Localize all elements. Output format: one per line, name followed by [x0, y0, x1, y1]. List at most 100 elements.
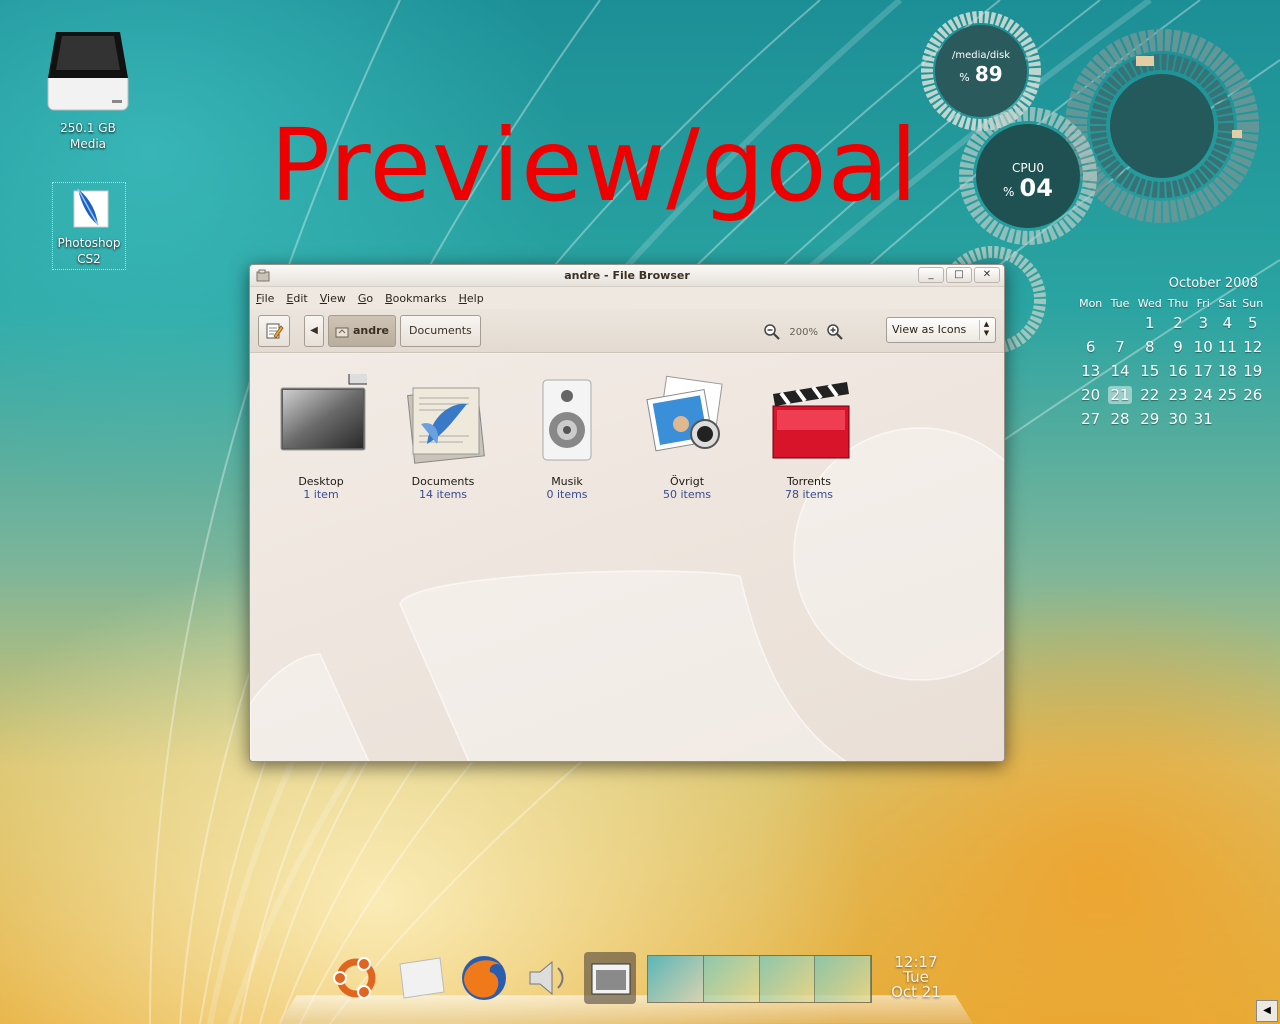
calendar-week: 12345	[1076, 311, 1266, 335]
view-mode-select[interactable]: View as Icons ▲ ▼	[886, 317, 996, 343]
zoom-control: 200%	[763, 323, 844, 341]
dock-ubuntu[interactable]	[330, 952, 382, 1004]
calendar-week: 13 14 15 16 17 18 19	[1076, 359, 1266, 383]
zoom-level[interactable]: 200%	[789, 327, 818, 338]
menu-view[interactable]: View	[320, 292, 346, 305]
clock-date: Oct 21	[891, 983, 941, 1001]
calendar-day[interactable]: 23	[1165, 383, 1191, 407]
menu-go[interactable]: Go	[358, 292, 373, 305]
calendar-day[interactable]: 6	[1076, 335, 1105, 359]
calendar-day[interactable]: 25	[1215, 383, 1239, 407]
calendar-day[interactable]: 19	[1239, 359, 1266, 383]
calendar-day[interactable]: 27	[1076, 407, 1105, 431]
calendar-day[interactable]: 1	[1135, 311, 1165, 335]
calendar-day[interactable]: 20	[1076, 383, 1105, 407]
clapperboard-icon	[772, 382, 850, 459]
toggle-location-button[interactable]	[258, 314, 290, 347]
calendar-day-today[interactable]: 21	[1105, 383, 1134, 407]
maximize-button[interactable]: □	[946, 267, 972, 283]
workspace-4[interactable]	[815, 956, 871, 1002]
breadcrumb-andre[interactable]: andre	[328, 314, 397, 347]
view-mode-value: View as Icons	[892, 323, 967, 336]
close-button[interactable]: ✕	[974, 267, 1000, 283]
cpu-value: 04	[1019, 174, 1053, 202]
menu-edit[interactable]: Edit	[286, 292, 307, 305]
calendar-day[interactable]: 18	[1215, 359, 1239, 383]
calendar-day	[1239, 407, 1266, 431]
calendar-day[interactable]: 5	[1239, 311, 1266, 335]
menu-bookmarks[interactable]: Bookmarks	[385, 292, 446, 305]
calendar-day[interactable]: 7	[1105, 335, 1134, 359]
file-item-name: Musik	[551, 475, 583, 488]
calendar-day[interactable]: 10	[1191, 335, 1215, 359]
calendar-day[interactable]: 13	[1076, 359, 1105, 383]
breadcrumb-label: Documents	[409, 324, 472, 337]
zoom-out-icon[interactable]	[763, 323, 781, 341]
calendar-day	[1105, 311, 1134, 335]
panel-arrow-button[interactable]: ◀	[1256, 1000, 1278, 1022]
file-item-musik[interactable]: Musik 0 items	[512, 374, 622, 501]
workspace-3[interactable]	[759, 956, 816, 1002]
dock-folder[interactable]	[396, 952, 448, 1004]
dock-file-browser[interactable]	[584, 952, 636, 1004]
disk-pct-symbol: %	[959, 71, 970, 84]
calendar-day[interactable]: 28	[1105, 407, 1134, 431]
calendar-day[interactable]: 12	[1239, 335, 1266, 359]
ubuntu-logo-icon	[333, 957, 376, 999]
calendar-day[interactable]: 29	[1135, 407, 1165, 431]
zoom-in-icon[interactable]	[826, 323, 844, 341]
file-item-documents[interactable]: Documents 14 items	[388, 374, 498, 501]
menu-file[interactable]: File	[256, 292, 274, 305]
calendar-day[interactable]: 9	[1165, 335, 1191, 359]
photoshop-feather-icon	[73, 188, 109, 228]
desktop-icon-photoshop[interactable]: Photoshop CS2	[52, 182, 126, 270]
file-item-name: Övrigt	[669, 475, 705, 488]
path-back-button[interactable]: ◀	[304, 314, 324, 347]
documents-folder-icon	[407, 387, 485, 464]
minimize-button[interactable]: _	[918, 267, 944, 283]
breadcrumb-label: andre	[353, 324, 390, 337]
dock-clock[interactable]: 12:17 Tue Oct 21	[884, 955, 948, 1000]
calendar-day[interactable]: 26	[1239, 383, 1266, 407]
file-browser-window[interactable]: andre - File Browser _ □ ✕ File Edit Vie…	[249, 264, 1005, 762]
desktop-icon-media-drive[interactable]: 250.1 GB Media	[38, 24, 138, 152]
workspace-1[interactable]	[648, 956, 704, 1002]
file-item-count: 50 items	[662, 488, 712, 501]
calendar-day[interactable]: 30	[1165, 407, 1191, 431]
select-arrows-icon: ▲ ▼	[979, 320, 993, 340]
file-browser-icon	[591, 963, 631, 995]
calendar-day[interactable]: 3	[1191, 311, 1215, 335]
calendar-weekday: Tue	[1110, 296, 1130, 310]
home-folder-icon	[335, 327, 349, 337]
calendar-day[interactable]: 14	[1105, 359, 1134, 383]
file-item-ovrigt[interactable]: Övrigt 50 items	[632, 374, 742, 501]
file-item-torrents[interactable]: Torrents 78 items	[754, 374, 864, 501]
file-view[interactable]: Desktop 1 item Documents 14 items Musik …	[250, 354, 1004, 761]
file-item-desktop[interactable]: Desktop 1 item	[266, 365, 376, 501]
calendar-day[interactable]: 24	[1191, 383, 1215, 407]
calendar-weekday: Mon	[1079, 296, 1103, 310]
edit-location-icon	[266, 323, 284, 339]
file-item-count: 78 items	[784, 488, 834, 501]
dock-volume[interactable]	[520, 952, 572, 1004]
calendar-day[interactable]: 2	[1165, 311, 1191, 335]
dock-firefox[interactable]	[458, 952, 510, 1004]
calendar-day[interactable]: 11	[1215, 335, 1239, 359]
calendar-day[interactable]: 8	[1135, 335, 1165, 359]
menu-help[interactable]: Help	[459, 292, 484, 305]
calendar-day[interactable]: 22	[1135, 383, 1165, 407]
calendar-day[interactable]: 31	[1191, 407, 1215, 431]
calendar-day[interactable]: 17	[1191, 359, 1215, 383]
workspace-pager	[647, 955, 872, 1003]
calendar-weekday: Sun	[1242, 296, 1264, 310]
cpu-widget: CPU0 % 04	[958, 106, 1098, 246]
calendar-day[interactable]: 16	[1165, 359, 1191, 383]
calendar-day[interactable]: 15	[1135, 359, 1165, 383]
calendar-widget: October 2008 Mon Tue Wed Thu Fri Sat Sun 12345…	[1076, 276, 1266, 431]
window-titlebar[interactable]: andre - File Browser _ □ ✕	[250, 265, 1004, 287]
calendar-day[interactable]: 4	[1215, 311, 1239, 335]
overlay-title: Preview/goal	[270, 107, 919, 224]
breadcrumb-documents[interactable]: Documents	[400, 314, 481, 347]
toolbar: ◀ andre Documents 200% View as Icons ▲ ▼	[250, 309, 1004, 353]
workspace-2[interactable]	[703, 956, 760, 1002]
